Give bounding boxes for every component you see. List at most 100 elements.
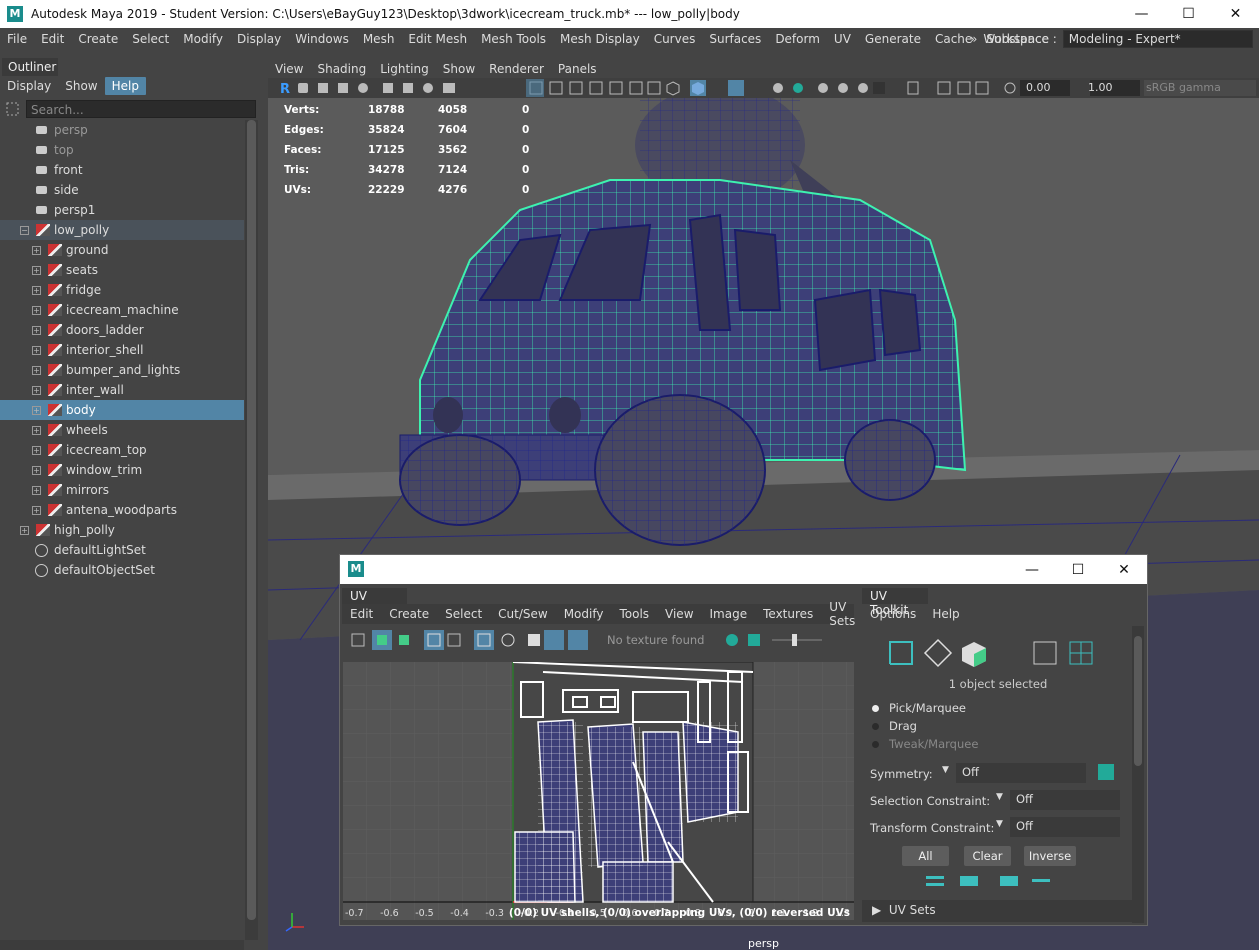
outliner-menu-help[interactable]: Help: [104, 77, 146, 95]
symmetry-dropdown[interactable]: Off: [956, 763, 1086, 783]
outliner-item-defaultobjectset[interactable]: defaultObjectSet: [0, 560, 244, 580]
chevron-down-icon[interactable]: ▼: [942, 765, 949, 775]
outliner-item-antena-woodparts[interactable]: + antena_woodparts: [0, 500, 244, 520]
expand-icon[interactable]: +: [32, 265, 41, 275]
menu-select[interactable]: Select: [125, 32, 176, 46]
outliner-item-window-trim[interactable]: + window_trim: [0, 460, 244, 480]
expand-icon[interactable]: +: [32, 305, 41, 315]
menu-display[interactable]: Display: [230, 32, 288, 46]
outliner-item-low-polly[interactable]: − low_polly: [0, 220, 244, 240]
outliner-item-icecream-machine[interactable]: + icecream_machine: [0, 300, 244, 320]
menu-edit-mesh[interactable]: Edit Mesh: [401, 32, 474, 46]
uv-menu-edit[interactable]: Edit: [342, 607, 381, 621]
uv-menu-tools[interactable]: Tools: [611, 607, 657, 621]
menu-surfaces[interactable]: Surfaces: [702, 32, 768, 46]
menu-deform[interactable]: Deform: [768, 32, 827, 46]
outliner-item-wheels[interactable]: + wheels: [0, 420, 244, 440]
outliner-item-high-polly[interactable]: + high_polly: [0, 520, 244, 540]
menu-mesh-tools[interactable]: Mesh Tools: [474, 32, 553, 46]
mode-drag[interactable]: Drag: [872, 719, 917, 733]
outliner-item-fridge[interactable]: + fridge: [0, 280, 244, 300]
outliner-item-doors-ladder[interactable]: + doors_ladder: [0, 320, 244, 340]
uvtk-menu-help[interactable]: Help: [924, 607, 967, 621]
expand-icon[interactable]: +: [20, 525, 29, 535]
outliner-scrollbar[interactable]: [245, 120, 258, 940]
grow-shrink-icons[interactable]: [920, 872, 1080, 892]
menu-modify[interactable]: Modify: [176, 32, 230, 46]
uv-close-button[interactable]: ✕: [1101, 555, 1147, 584]
expand-icon[interactable]: +: [32, 445, 41, 455]
expand-icon[interactable]: +: [32, 345, 41, 355]
vp-menu-shading[interactable]: Shading: [310, 62, 373, 76]
mode-pick-marquee[interactable]: Pick/Marquee: [872, 701, 966, 715]
color-space-dropdown[interactable]: sRGB gamma: [1146, 81, 1221, 94]
expand-icon[interactable]: +: [32, 505, 41, 515]
vp-menu-view[interactable]: View: [268, 62, 310, 76]
close-button[interactable]: ✕: [1212, 0, 1259, 28]
maximize-button[interactable]: ☐: [1165, 0, 1212, 28]
expand-icon[interactable]: +: [32, 385, 41, 395]
uv-menu-cut-sew[interactable]: Cut/Sew: [490, 607, 556, 621]
expand-icon[interactable]: +: [32, 405, 41, 415]
uv-menu-view[interactable]: View: [657, 607, 701, 621]
outliner-item-persp1[interactable]: persp1: [0, 200, 244, 220]
menu-create[interactable]: Create: [71, 32, 125, 46]
outliner-item-defaultlightset[interactable]: defaultLightSet: [0, 540, 244, 560]
uv-menu-textures[interactable]: Textures: [755, 607, 821, 621]
vp-menu-panels[interactable]: Panels: [551, 62, 604, 76]
outliner-search-input[interactable]: Search...: [26, 100, 256, 118]
vp-menu-show[interactable]: Show: [436, 62, 482, 76]
menu-curves[interactable]: Curves: [647, 32, 703, 46]
menu-edit[interactable]: Edit: [34, 32, 71, 46]
uv-menu-select[interactable]: Select: [437, 607, 490, 621]
chevron-down-icon[interactable]: ▼: [996, 792, 1003, 802]
expand-icon[interactable]: +: [32, 465, 41, 475]
outliner-h-scrollbar[interactable]: [0, 940, 244, 950]
menu-windows[interactable]: Windows: [288, 32, 356, 46]
outliner-item-top[interactable]: top: [0, 140, 244, 160]
selection-constraint-dropdown[interactable]: Off: [1010, 790, 1120, 810]
clear-button[interactable]: Clear: [964, 846, 1011, 866]
outliner-item-persp[interactable]: persp: [0, 120, 244, 140]
uv-menu-uv-sets[interactable]: UV Sets: [821, 600, 863, 628]
filter-icon[interactable]: [6, 101, 20, 117]
uv-minimize-button[interactable]: —: [1009, 555, 1055, 584]
outliner-item-body[interactable]: + body: [0, 400, 244, 420]
uv-editor-tab[interactable]: UV Editor: [342, 588, 407, 617]
exposure-field[interactable]: 0.00: [1026, 81, 1051, 94]
uv-toolkit-tab[interactable]: UV Toolkit: [862, 588, 928, 617]
inverse-button[interactable]: Inverse: [1024, 846, 1076, 866]
outliner-item-interior-shell[interactable]: + interior_shell: [0, 340, 244, 360]
uvtk-menu-options[interactable]: Options: [862, 607, 924, 621]
transform-constraint-dropdown[interactable]: Off: [1010, 817, 1120, 837]
minimize-button[interactable]: —: [1118, 0, 1165, 28]
outliner-item-bumper-and-lights[interactable]: + bumper_and_lights: [0, 360, 244, 380]
expand-icon[interactable]: +: [32, 485, 41, 495]
menu-uv[interactable]: UV: [827, 32, 858, 46]
expand-icon[interactable]: +: [32, 245, 41, 255]
uv-window-titlebar[interactable]: M — ☐ ✕: [340, 555, 1147, 584]
chevron-down-icon[interactable]: ▼: [996, 819, 1003, 829]
select-all-button[interactable]: All: [902, 846, 949, 866]
menu-generate[interactable]: Generate: [858, 32, 928, 46]
selection-mode-icons[interactable]: [884, 636, 1094, 670]
collapse-icon[interactable]: −: [20, 225, 29, 235]
expand-icon[interactable]: +: [32, 285, 41, 295]
outliner-item-inter-wall[interactable]: + inter_wall: [0, 380, 244, 400]
uv-toolkit-scrollbar[interactable]: [1132, 626, 1144, 923]
outliner-tab[interactable]: Outliner: [2, 58, 58, 76]
vp-menu-renderer[interactable]: Renderer: [482, 62, 551, 76]
uv-menu-modify[interactable]: Modify: [556, 607, 612, 621]
outliner-item-mirrors[interactable]: + mirrors: [0, 480, 244, 500]
outliner-item-icecream-top[interactable]: + icecream_top: [0, 440, 244, 460]
menu-mesh[interactable]: Mesh: [356, 32, 402, 46]
gamma-field[interactable]: 1.00: [1088, 81, 1113, 94]
menu-file[interactable]: File: [0, 32, 34, 46]
expand-icon[interactable]: +: [32, 425, 41, 435]
mode-tweak-marquee[interactable]: Tweak/Marquee: [872, 737, 978, 751]
uv-toolbar-icons[interactable]: [342, 628, 854, 652]
workspace-dropdown[interactable]: Modeling - Expert*: [1062, 30, 1253, 48]
outliner-item-seats[interactable]: + seats: [0, 260, 244, 280]
menu-mesh-display[interactable]: Mesh Display: [553, 32, 647, 46]
outliner-menu-display[interactable]: Display: [0, 77, 58, 95]
